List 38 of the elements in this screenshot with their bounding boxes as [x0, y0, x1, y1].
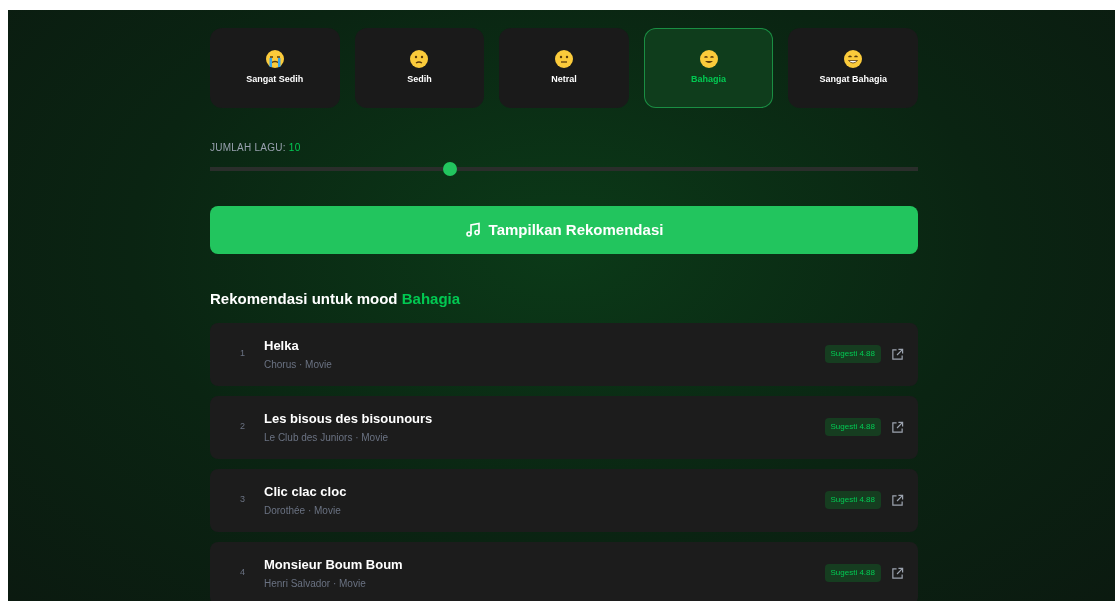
sad-face-icon [409, 49, 430, 70]
song-row[interactable]: 2 Les bisous des bisounours Le Club des Juniors · Movie Sugesti 4.88 [210, 395, 918, 459]
song-subtitle: Le Club des Juniors · Movie [264, 431, 389, 446]
song-row[interactable]: 3 Clic clac cloc Dorothée · Movie Sugesti 4.88 [210, 468, 918, 532]
track-number: 4 [240, 566, 246, 580]
song-title: Clic clac cloc [264, 482, 348, 501]
song-subtitle: Chorus · Movie [264, 358, 333, 373]
mood-option[interactable]: Bahagia [643, 28, 774, 108]
grinning-face-icon [843, 49, 864, 70]
external-link-icon[interactable] [891, 493, 904, 507]
mood-option[interactable]: Sangat Bahagia [788, 28, 918, 108]
song-title: Monsieur Boum Boum [264, 555, 404, 574]
smiling-face-icon [698, 49, 719, 70]
mood-option[interactable]: Netral [499, 28, 629, 108]
score-badge: Sugesti 4.88 [824, 491, 881, 509]
section-heading: Rekomendasi untuk mood Bahagia [210, 289, 462, 309]
neutral-face-icon [554, 49, 574, 70]
song-row[interactable]: 4 Monsieur Boum Boum Henri Salvador · Movie Sugesti 4.88 [210, 541, 918, 601]
song-row[interactable]: 1 Helka Chorus · Movie Sugesti 4.88 [210, 322, 918, 386]
song-subtitle: Henri Salvador · Movie [264, 577, 367, 592]
mood-option[interactable]: Sangat Sedih [210, 28, 340, 108]
track-number: 2 [240, 420, 246, 434]
score-badge: Sugesti 4.88 [824, 418, 881, 436]
mood-option[interactable]: Sedih [354, 28, 485, 108]
external-link-icon[interactable] [891, 347, 904, 361]
music-note-icon [464, 222, 481, 238]
song-title: Helka [264, 336, 300, 355]
score-badge: Sugesti 4.88 [824, 345, 881, 363]
track-number: 3 [240, 493, 246, 507]
track-number: 1 [240, 347, 246, 361]
song-subtitle: Dorothée · Movie [264, 504, 342, 519]
score-badge: Sugesti 4.88 [824, 564, 881, 582]
crying-face-icon [264, 49, 285, 70]
external-link-icon[interactable] [891, 420, 904, 434]
external-link-icon[interactable] [891, 566, 904, 580]
slider-thumb[interactable] [443, 162, 458, 176]
song-title: Les bisous des bisounours [264, 409, 434, 428]
slider-label: JUMLAH LAGU: 10 [210, 141, 302, 155]
